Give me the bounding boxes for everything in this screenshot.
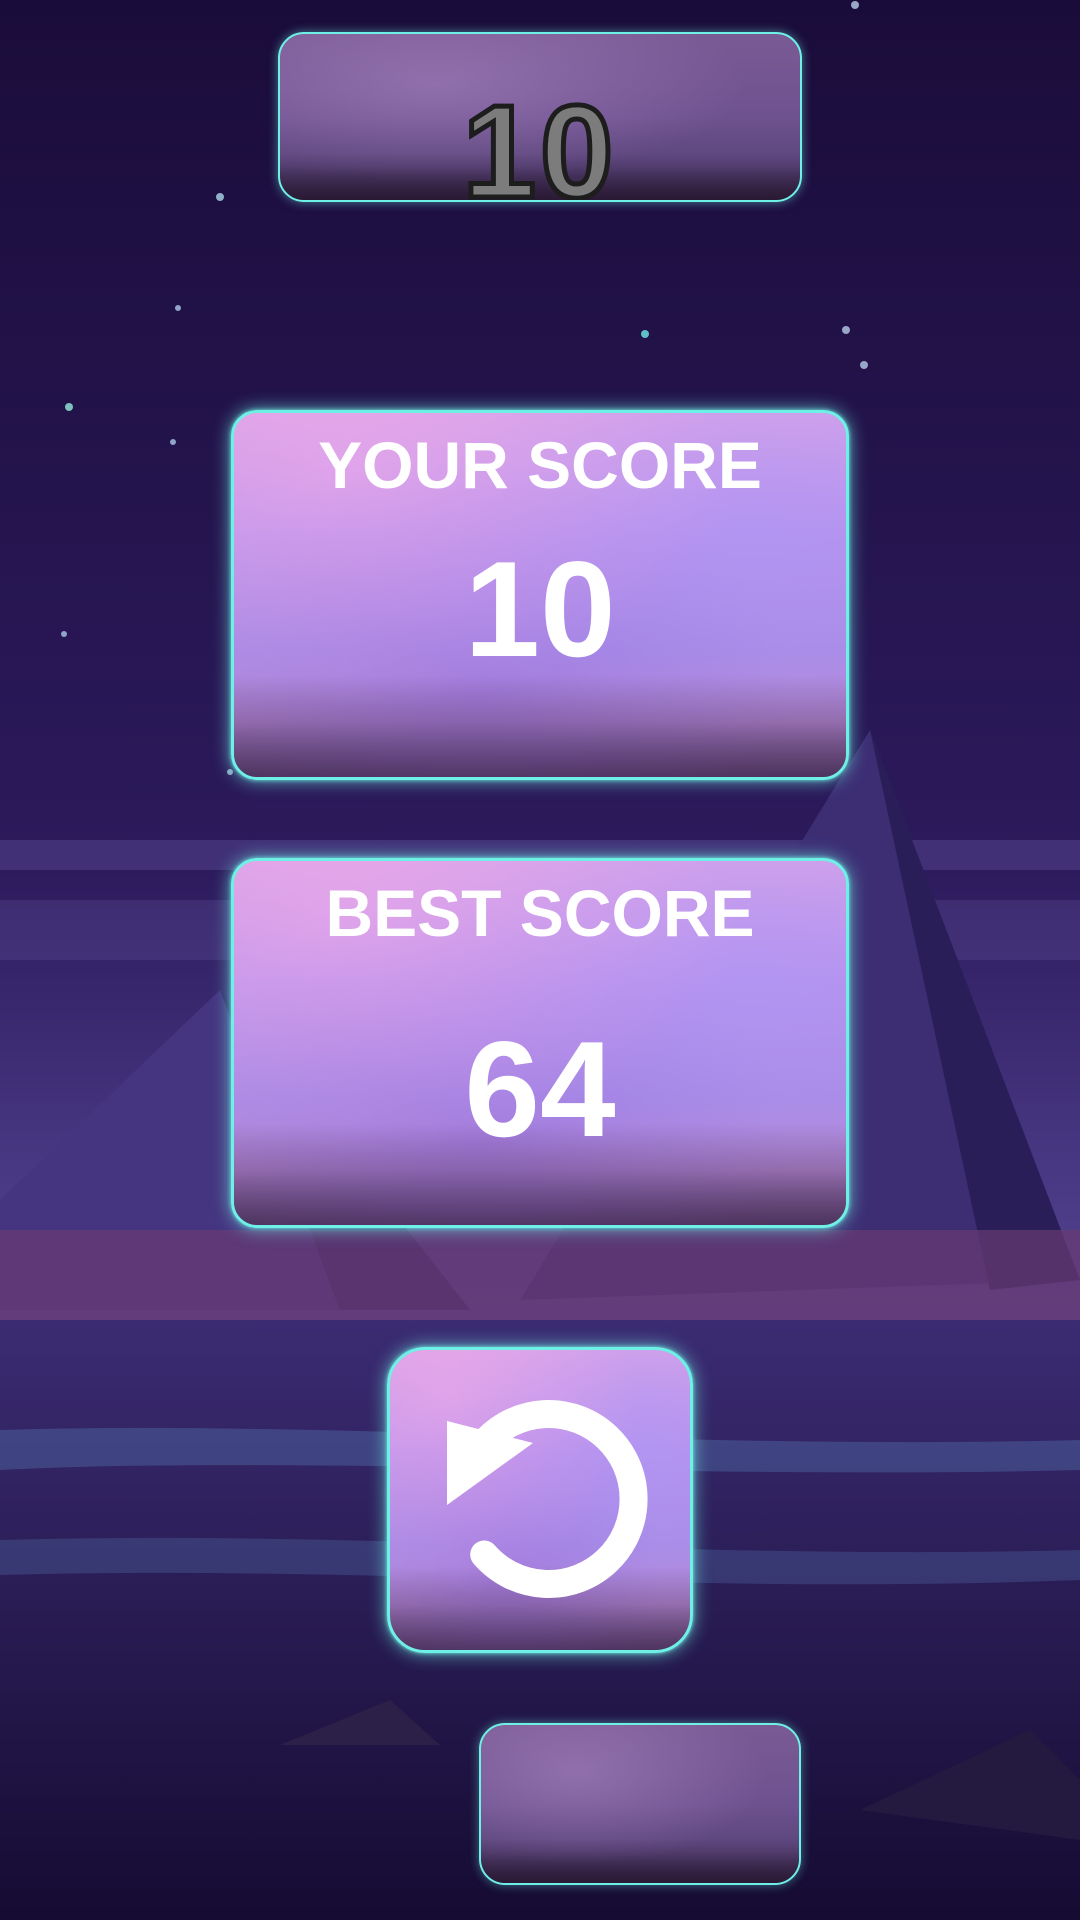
best-score-title: BEST SCORE <box>325 876 755 950</box>
bottom-panel <box>479 1723 801 1885</box>
hud-score-panel: 10 <box>278 32 802 202</box>
best-score-value: 64 <box>464 1013 616 1165</box>
panel-shade <box>234 675 846 777</box>
your-score-title: YOUR SCORE <box>318 428 762 502</box>
panel-shade <box>481 1838 799 1883</box>
your-score-value: 10 <box>464 533 616 685</box>
restart-icon <box>447 1400 648 1598</box>
your-score-card: YOUR SCORE 10 <box>231 410 849 780</box>
restart-button[interactable] <box>387 1347 693 1653</box>
best-score-card: BEST SCORE 64 <box>231 858 849 1228</box>
hud-current-score: 10 <box>460 76 618 202</box>
